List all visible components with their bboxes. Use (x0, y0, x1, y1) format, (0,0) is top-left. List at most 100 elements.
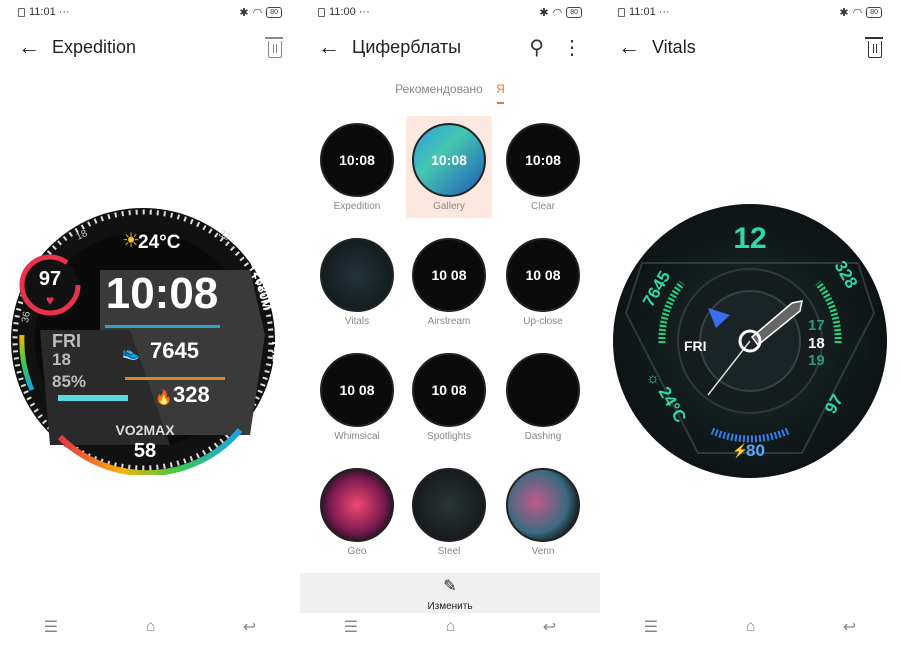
delete-button[interactable] (865, 36, 883, 58)
steps-value: 7645 (150, 338, 199, 363)
battery-icon: 80 (266, 6, 282, 18)
hour-marker: 12 (733, 222, 766, 255)
watch-face-item[interactable]: Vitals (314, 231, 400, 333)
pressure: 742 HPA (269, 340, 280, 393)
vo2max-label: VO2MAX (115, 422, 175, 438)
expedition-watch-face: 97 ♥ ☀ 24°C 18 32 36 10:08 FRI 18 85% 👟 … (11, 208, 280, 475)
back-button[interactable]: ← (318, 34, 352, 60)
watch-face-name: Whimsical (334, 431, 380, 442)
vitals-watch-face: 12 7645 328 FRI 17 18 19 ☼ 24°C 97 ⚡ 80 (613, 204, 887, 478)
watch-face-item[interactable]: 10:08 Gallery (406, 116, 492, 218)
system-nav-bar: ☰ ⌂ ↩ (0, 613, 300, 641)
status-time: 11:01 ··· (29, 6, 70, 18)
status-bar: 11:00 ··· ✱ ◠ 80 (318, 4, 582, 20)
back-nav-button[interactable]: ↩ (843, 617, 856, 637)
watch-time: 10:08 (106, 269, 219, 318)
preview-time: 10:08 (431, 152, 467, 168)
shoe-icon: 👟 (122, 344, 140, 361)
watch-face-preview: 10:08 (320, 123, 394, 197)
status-bar: 11:01 ··· ✱ ◠ 80 (18, 4, 282, 20)
watch-face-preview (320, 238, 394, 312)
edit-button[interactable]: ✎ Изменить (300, 573, 600, 613)
watch-face-preview (412, 468, 486, 542)
battery-percent: 85% (52, 372, 86, 391)
home-nav-button[interactable]: ⌂ (746, 618, 756, 636)
watch-face-name: Gallery (433, 201, 465, 212)
watch-face-name: Spotlights (427, 431, 471, 442)
watch-face-name: Steel (437, 546, 461, 557)
vitals-detail-screen: 11:01 ··· ✱ ◠ 80 ← Vitals 12 7645 328 FRI … (600, 0, 900, 649)
edit-label: Изменить (427, 601, 473, 612)
date-prev: 17 (808, 317, 825, 334)
status-time: 11:00 ··· (329, 6, 370, 18)
sim-icon (618, 7, 625, 17)
tab-recommended[interactable]: Рекомендовано (395, 82, 483, 96)
menu-nav-button[interactable]: ☰ (644, 617, 658, 637)
wifi-icon: ◠ (252, 6, 263, 19)
battery-value: 80 (746, 441, 765, 460)
watch-face-item[interactable]: 10 08 Up-close (500, 231, 586, 333)
tab-mine[interactable]: Я (496, 82, 505, 96)
watch-face-preview (506, 468, 580, 542)
preview-time: 10 08 (431, 382, 467, 398)
watch-face-preview: 10:08 (506, 123, 580, 197)
battery-icon: 80 (566, 6, 582, 18)
watch-face-item[interactable]: 10:08 Expedition (314, 116, 400, 218)
sim-icon (18, 7, 25, 17)
wifi-icon: ◠ (852, 6, 863, 19)
watch-face-item[interactable]: Geo (314, 461, 400, 563)
heart-icon: ♥ (46, 292, 54, 308)
page-title: Vitals (652, 36, 696, 57)
watch-face-item[interactable]: Venn (500, 461, 586, 563)
watch-face-name: Airstream (427, 316, 471, 327)
watch-face-item[interactable]: 10 08 Whimsical (314, 346, 400, 448)
bluetooth-icon: ✱ (839, 6, 849, 19)
watch-face-preview: 10 08 (320, 353, 394, 427)
menu-nav-button[interactable]: ☰ (44, 617, 58, 637)
watch-face-item[interactable]: 10:08 Clear (500, 116, 586, 218)
watch-face-preview: 10 08 (412, 353, 486, 427)
watch-face-name: Vitals (344, 316, 370, 327)
watch-face-item[interactable]: Dashing (500, 346, 586, 448)
watch-face-name: Clear (531, 201, 555, 212)
expedition-detail-screen: 11:01 ··· ✱ ◠ 80 ← Expedition 97 ♥ ☀ 24°C … (0, 0, 300, 649)
system-nav-bar: ☰ ⌂ ↩ (600, 613, 900, 641)
search-icon[interactable]: ⚲ (529, 35, 544, 60)
home-nav-button[interactable]: ⌂ (446, 618, 456, 636)
menu-nav-button[interactable]: ☰ (344, 617, 358, 637)
wifi-icon: ◠ (552, 6, 563, 19)
watch-face-name: Geo (347, 546, 367, 557)
pencil-icon: ✎ (443, 578, 457, 595)
watch-face-item[interactable]: 10 08 Airstream (406, 231, 492, 333)
watch-face-item[interactable]: Steel (406, 461, 492, 563)
watch-face-name: Dashing (524, 431, 562, 442)
watch-face-name: Up-close (523, 316, 563, 327)
sun-icon: ☼ (646, 370, 660, 387)
sim-icon (318, 7, 325, 17)
watch-faces-screen: 11:00 ··· ✱ ◠ 80 ← Циферблаты ⚲ ⋮ Рекомендо… (300, 0, 600, 649)
watch-face-preview (506, 353, 580, 427)
page-title: Expedition (52, 36, 137, 57)
temperature: 24°C (138, 232, 181, 253)
more-vert-icon[interactable]: ⋮ (562, 35, 582, 60)
back-button[interactable]: ← (618, 34, 652, 60)
bluetooth-icon: ✱ (539, 6, 549, 19)
home-nav-button[interactable]: ⌂ (146, 618, 156, 636)
watch-face-item[interactable]: 10 08 Spotlights (406, 346, 492, 448)
preview-time: 10 08 (339, 382, 375, 398)
status-time: 11:01 ··· (629, 6, 670, 18)
back-button[interactable]: ← (18, 34, 52, 60)
delete-button[interactable] (265, 36, 283, 58)
back-nav-button[interactable]: ↩ (243, 617, 256, 637)
preview-time: 10:08 (525, 152, 561, 168)
watch-face-preview: 10 08 (412, 238, 486, 312)
preview-time: 10 08 (431, 267, 467, 283)
back-nav-button[interactable]: ↩ (543, 617, 556, 637)
watch-day: FRI (52, 331, 81, 351)
vo2max-value: 58 (134, 440, 156, 462)
date-next: 19 (808, 352, 825, 369)
battery-icon: 80 (866, 6, 882, 18)
watch-face-name: Expedition (333, 201, 381, 212)
system-nav-bar: ☰ ⌂ ↩ (300, 613, 600, 641)
watch-face-preview: 10 08 (506, 238, 580, 312)
